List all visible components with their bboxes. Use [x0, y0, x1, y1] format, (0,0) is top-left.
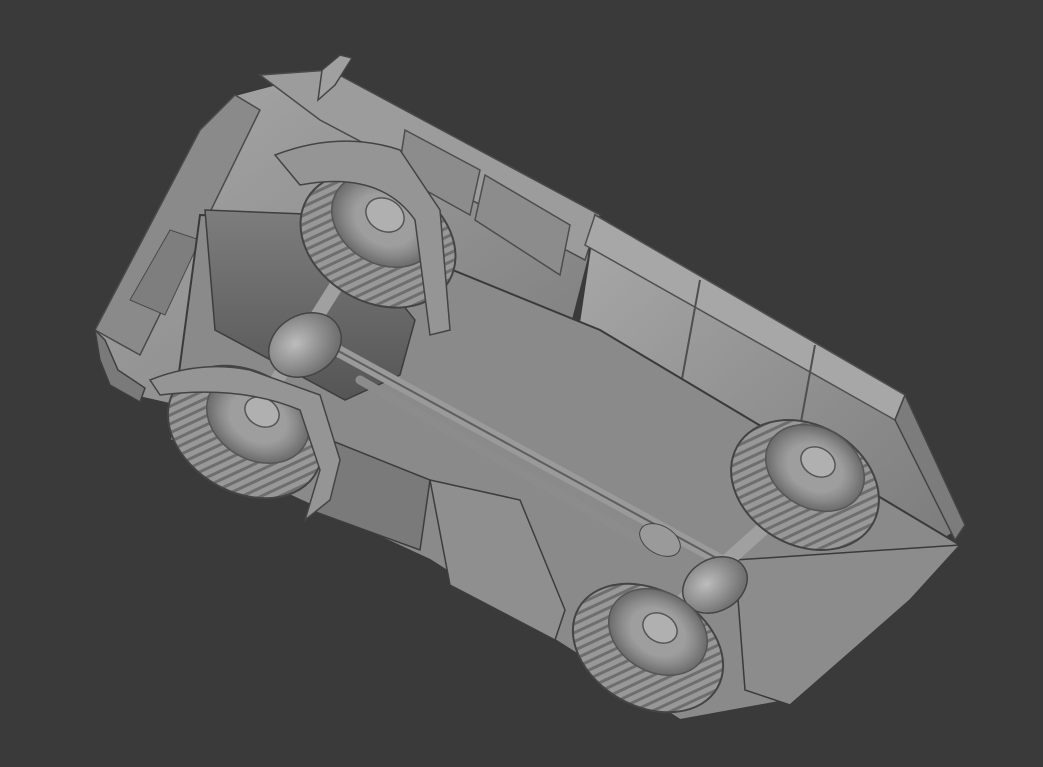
3d-viewport[interactable]: [0, 0, 1043, 767]
truck-render: [93, 54, 967, 722]
